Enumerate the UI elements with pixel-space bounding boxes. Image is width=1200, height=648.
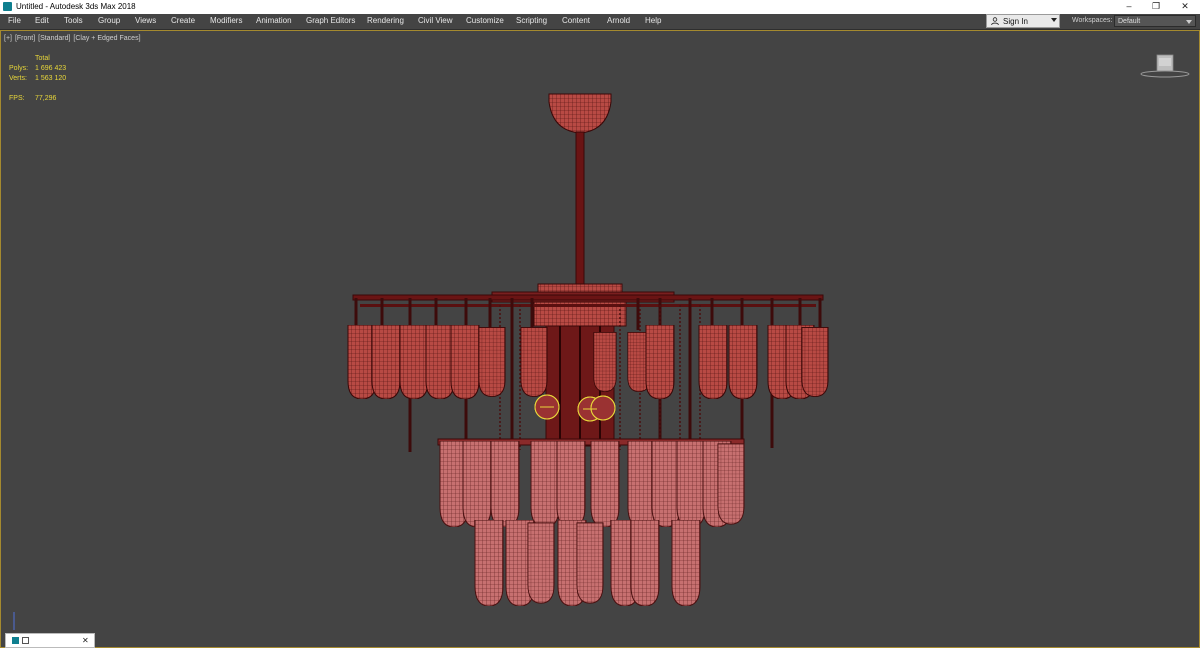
menu-customize[interactable]: Customize [466, 15, 504, 27]
chevron-down-icon [1186, 20, 1192, 24]
menu-help[interactable]: Help [645, 15, 661, 27]
sign-in-dropdown[interactable]: Sign In [986, 14, 1060, 28]
chandelier-model[interactable] [0, 30, 1200, 648]
user-icon [991, 17, 999, 25]
menu-tools[interactable]: Tools [64, 15, 83, 27]
menu-create[interactable]: Create [171, 15, 195, 27]
workspaces-select[interactable]: Default [1114, 15, 1196, 27]
middle-tier-crystals [437, 438, 745, 527]
window-title: Untitled - Autodesk 3ds Max 2018 [16, 2, 136, 11]
window-icon [22, 637, 29, 644]
menu-group[interactable]: Group [98, 15, 120, 27]
menu-scripting[interactable]: Scripting [516, 15, 547, 27]
maxscript-listener-mini[interactable]: ✕ [5, 633, 95, 648]
chandelier-frame-bar [352, 294, 824, 301]
menu-animation[interactable]: Animation [256, 15, 292, 27]
chevron-down-icon [1051, 18, 1057, 22]
3ds-max-icon [12, 637, 19, 644]
chandelier-rod [575, 131, 585, 289]
menu-civil-view[interactable]: Civil View [418, 15, 453, 27]
menu-views[interactable]: Views [135, 15, 156, 27]
sign-in-label: Sign In [1003, 17, 1028, 26]
minimize-button[interactable]: – [1116, 0, 1142, 14]
menu-rendering[interactable]: Rendering [367, 15, 404, 27]
bottom-tier-crystals [474, 520, 701, 606]
chandelier-canopy [548, 93, 612, 134]
close-button[interactable]: ✕ [1172, 0, 1198, 14]
menu-graph-editors[interactable]: Graph Editors [306, 15, 355, 27]
menu-edit[interactable]: Edit [35, 15, 49, 27]
title-bar: Untitled - Autodesk 3ds Max 2018 – ❐ ✕ [0, 0, 1200, 15]
maximize-button[interactable]: ❐ [1143, 0, 1169, 14]
menu-content[interactable]: Content [562, 15, 590, 27]
app-icon [3, 2, 12, 11]
menu-arnold[interactable]: Arnold [607, 15, 630, 27]
menu-modifiers[interactable]: Modifiers [210, 15, 242, 27]
axis-tripod-icon [13, 612, 15, 630]
menu-file[interactable]: File [8, 15, 21, 27]
close-icon[interactable]: ✕ [82, 634, 89, 647]
workspaces-value: Default [1118, 18, 1141, 25]
chandelier-frame-bar-lower [360, 304, 816, 307]
workspaces-label: Workspaces: [1072, 17, 1113, 24]
